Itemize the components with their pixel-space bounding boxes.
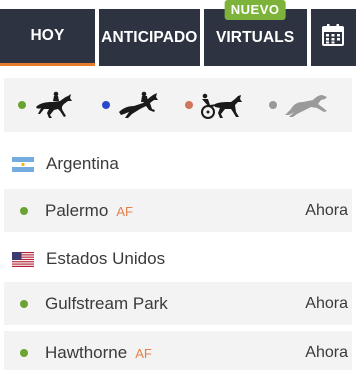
race-time: Ahora xyxy=(305,343,348,361)
calendar-icon xyxy=(321,23,345,52)
filter-horse-racing[interactable] xyxy=(18,90,102,120)
tab-virtuals[interactable]: NUEVO VIRTUALS xyxy=(203,0,307,66)
filter-dot xyxy=(268,101,277,109)
filter-greyhound-racing[interactable] xyxy=(268,91,353,119)
race-row[interactable]: Palermo AF Ahora xyxy=(4,189,352,232)
live-status-dot xyxy=(20,206,28,215)
race-type-filter-bar xyxy=(4,78,352,132)
track-name: Palermo xyxy=(45,200,109,220)
horse-racing-icon xyxy=(32,90,74,120)
af-tag: AF xyxy=(135,346,152,361)
country-name: Argentina xyxy=(46,154,119,173)
tab-calendar[interactable] xyxy=(310,9,356,66)
country-header-usa: Estados Unidos xyxy=(12,249,165,269)
filter-harness-racing[interactable] xyxy=(185,90,269,120)
tab-hoy[interactable]: HOY xyxy=(0,9,95,66)
live-status-dot xyxy=(20,348,28,357)
greyhound-racing-icon xyxy=(283,91,329,119)
country-header-argentina: Argentina xyxy=(12,154,119,174)
tab-bar: HOY ANTICIPADO NUEVO VIRTUALS xyxy=(0,0,356,66)
tab-virtuals-label: VIRTUALS xyxy=(215,28,295,46)
race-time: Ahora xyxy=(305,294,348,312)
track-name: Gulfstream Park xyxy=(45,293,168,313)
tab-anticipado[interactable]: ANTICIPADO xyxy=(98,9,200,66)
argentina-flag-icon xyxy=(12,156,34,172)
tab-anticipado-label: ANTICIPADO xyxy=(101,28,198,46)
race-time: Ahora xyxy=(305,201,348,219)
tab-hoy-label: HOY xyxy=(30,27,65,44)
filter-horse-jumping[interactable] xyxy=(101,90,186,120)
top-strip xyxy=(0,0,356,9)
filter-dot xyxy=(185,101,193,109)
filter-dot xyxy=(101,101,110,109)
live-status-dot xyxy=(20,299,28,308)
usa-flag-icon xyxy=(12,251,34,267)
filter-dot xyxy=(18,101,26,109)
track-name: Hawthorne xyxy=(45,342,128,362)
country-name: Estados Unidos xyxy=(46,249,166,268)
af-tag: AF xyxy=(116,204,133,219)
new-badge: NUEVO xyxy=(224,0,286,20)
race-row[interactable]: Hawthorne AF Ahora xyxy=(4,331,352,370)
horse-jumping-icon xyxy=(116,90,160,120)
race-row[interactable]: Gulfstream Park Ahora xyxy=(4,282,352,325)
harness-racing-icon xyxy=(199,90,245,120)
